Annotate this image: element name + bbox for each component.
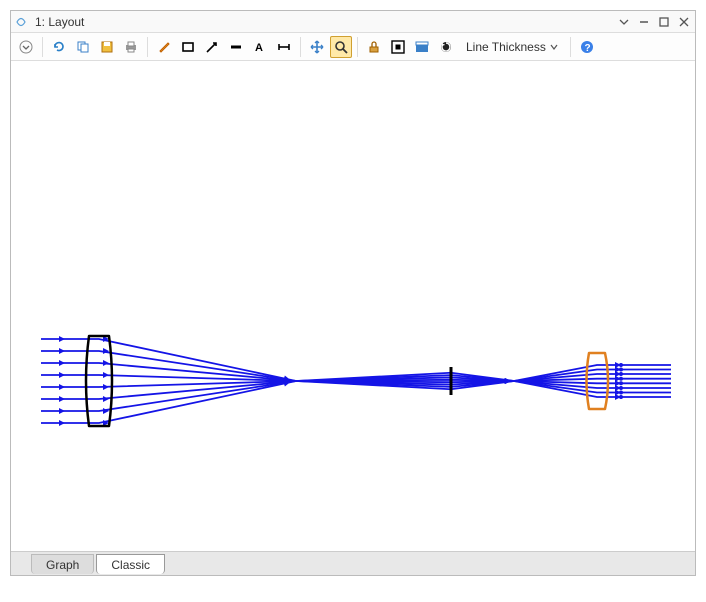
pencil-button[interactable] [153,36,175,58]
dropdown-caret-icon[interactable] [617,15,631,29]
dimension-button[interactable] [273,36,295,58]
caret-down-icon [550,43,558,51]
app-icon [15,15,29,29]
tab-graph[interactable]: Graph [31,554,94,574]
window-layout-button[interactable] [411,36,433,58]
print-button[interactable] [120,36,142,58]
maximize-button[interactable] [657,15,671,29]
optical-layout-diagram [11,61,695,551]
text-button[interactable]: A [249,36,271,58]
close-button[interactable] [677,15,691,29]
svg-text:?: ? [584,43,590,54]
minimize-button[interactable] [637,15,651,29]
window-title: 1: Layout [35,15,617,29]
help-button[interactable]: ? [576,36,598,58]
copy-button[interactable] [72,36,94,58]
tabstrip: Graph Classic [11,551,695,575]
refresh-button[interactable] [48,36,70,58]
save-button[interactable] [96,36,118,58]
window-controls [617,15,691,29]
tab-classic[interactable]: Classic [96,554,165,574]
layout-canvas[interactable] [11,61,695,551]
pan-button[interactable] [306,36,328,58]
lock-button[interactable] [363,36,385,58]
arrow-button[interactable] [201,36,223,58]
expand-chevron-button[interactable] [15,36,37,58]
layout-window: 1: Layout [10,10,696,576]
tab-classic-label: Classic [111,558,150,572]
line-thickness-label: Line Thickness [466,40,546,54]
zoom-button[interactable] [330,36,352,58]
line-thickness-dropdown[interactable]: Line Thickness [459,36,565,58]
fit-button[interactable] [387,36,409,58]
svg-text:A: A [255,42,263,54]
titlebar: 1: Layout [11,11,695,33]
tab-graph-label: Graph [46,558,79,572]
reset-rotation-button[interactable] [435,36,457,58]
toolbar: A Line Thickness ? [11,33,695,61]
line-button[interactable] [225,36,247,58]
rectangle-button[interactable] [177,36,199,58]
